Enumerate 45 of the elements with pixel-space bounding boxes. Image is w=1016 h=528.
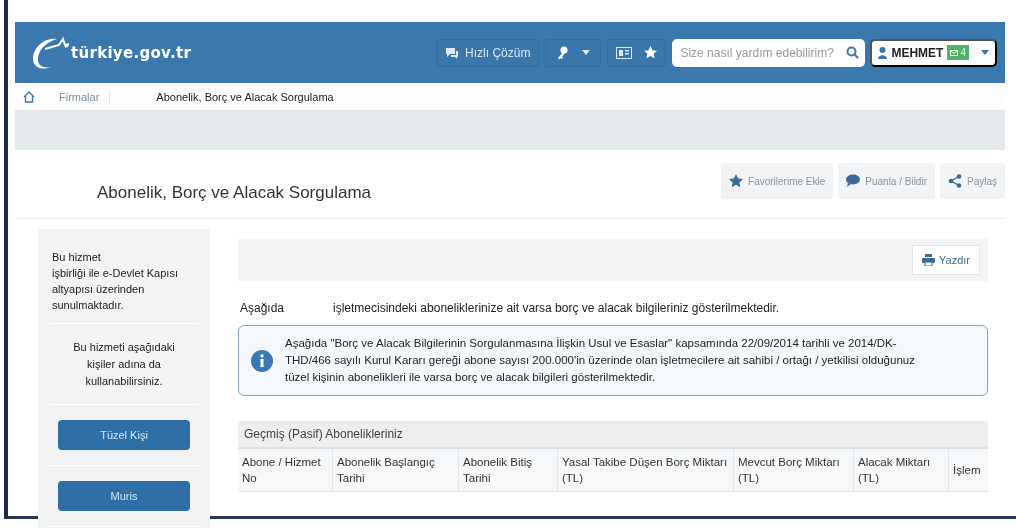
star-icon	[644, 46, 658, 59]
printer-icon	[922, 254, 935, 266]
column-header: Mevcut Borç Miktarı (TL)	[734, 449, 854, 491]
page-title: Abonelik, Borç ve Alacak Sorgulama	[97, 183, 373, 203]
share-icon	[948, 174, 962, 188]
rate-button[interactable]: Puanla / Bildir	[838, 163, 935, 199]
on-behalf-text: Bu hizmeti aşağıdaki kişiler adına da kullanabilirsiniz.	[73, 341, 175, 387]
id-card-icon	[616, 46, 633, 59]
column-header: Abonelik Bitiş Tarihi	[459, 449, 558, 491]
favorite-button[interactable]: Favorilerime Ekle	[721, 163, 834, 199]
breadcrumb-current: Abonelik, Borç ve Alacak Sorgulama	[156, 90, 334, 103]
chat-icon	[445, 46, 460, 59]
caret-icon	[582, 50, 591, 55]
home-icon	[23, 90, 35, 103]
share-button[interactable]: Paylaş	[940, 163, 1005, 199]
provider-text: işbirliği ile e-Devlet Kapısı altyapısı üzerinden sunulmaktadır.	[52, 266, 179, 313]
intro-label: Aşağıda	[240, 301, 286, 315]
id-card-button[interactable]	[607, 38, 667, 67]
column-header: Abonelik Başlangıç Tarihi	[333, 449, 459, 491]
user-menu-button[interactable]: MEHMET 4	[870, 38, 997, 67]
message-count-badge: 4	[947, 45, 969, 60]
breadcrumb-link[interactable]: Firmalar	[49, 90, 111, 103]
quick-solution-button[interactable]: Hızlı Çözüm	[436, 38, 540, 67]
key-menu-button[interactable]	[545, 38, 602, 67]
on-behalf-button[interactable]: Tüzel Kişi	[58, 420, 190, 450]
column-header: Yasal Takibe Düşen Borç Miktarı (TL)	[558, 449, 734, 491]
search-field[interactable]: Size nasıl yardım edebilirim?	[672, 38, 866, 67]
envelope-icon	[950, 49, 959, 56]
key-icon	[556, 45, 569, 60]
intro-text: işletmecisindeki aboneliklerinize ait varsa borç ve alacak bilgileriniz gösterilmektedir.	[333, 301, 780, 315]
user-icon	[878, 46, 888, 59]
star-icon	[729, 174, 744, 188]
column-header: Abone / Hizmet No	[238, 449, 333, 491]
site-logo-text[interactable]: türkiye.gov.tr	[71, 43, 192, 62]
provider-label: Bu hizmet	[52, 250, 102, 265]
caret-icon	[981, 50, 989, 55]
table-title: Geçmiş (Pasif) Abonelikleriniz	[238, 421, 988, 449]
info-text: Aşağıda "Borç ve Alacak Bilgilerinin Sorgulanmasına İlişkin Usul ve Esaslar" kapsamında 22/09/2014 tarihli ve 2014/DK-THD/466 sayılı Kurul Kararı gereği abone sayısı 200.000'in üzerinde olan işletmecilere ait sahibi / ortağı / yetkilisi olduğunuz tüzel kişinin abonelikleri ile varsa borç ve alacak bilgileri gösterilmektedir.	[285, 336, 916, 385]
speech-bubble-icon	[846, 174, 861, 188]
info-icon	[251, 349, 273, 372]
column-header: İşlem	[952, 463, 982, 478]
print-button[interactable]: Yazdır	[912, 245, 980, 275]
search-icon	[846, 46, 860, 59]
column-header: Alacak Miktarı (TL)	[854, 449, 949, 491]
on-behalf-button[interactable]: Muris	[58, 481, 190, 511]
